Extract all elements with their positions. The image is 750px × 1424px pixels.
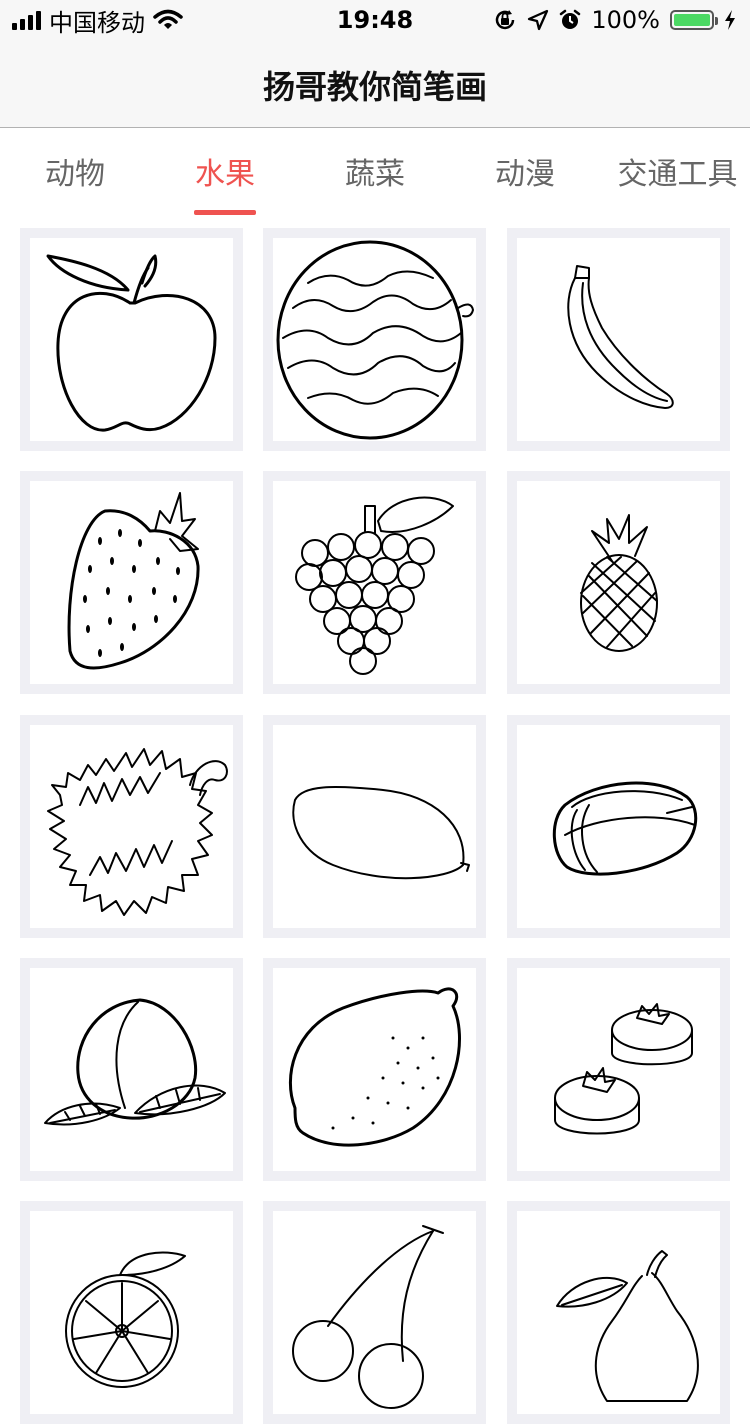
grape-drawing-icon <box>295 496 454 675</box>
lemon-drawing-icon <box>288 987 461 1147</box>
tab-animals[interactable]: 动物 <box>25 149 125 211</box>
grid-item-apple[interactable] <box>20 228 243 451</box>
tab-fruits[interactable]: 水果 <box>175 149 275 211</box>
cherry-drawing-icon <box>292 1225 444 1409</box>
location-icon <box>528 9 549 31</box>
grid-item-orange[interactable] <box>20 1201 243 1424</box>
grid-item-persimmon[interactable] <box>507 958 730 1181</box>
grid-item-strawberry[interactable] <box>20 471 243 694</box>
peach-drawing-icon <box>44 998 226 1126</box>
orange-drawing-icon <box>65 1251 186 1388</box>
category-tabs: 动物 水果 蔬菜 动漫 交通工具 <box>0 129 750 215</box>
pear-drawing-icon <box>556 1250 699 1402</box>
battery-percent: 100% <box>591 6 660 34</box>
grid-item-banana[interactable] <box>507 228 730 451</box>
apple-drawing-icon <box>46 254 217 432</box>
durian-drawing-icon <box>47 748 228 916</box>
grid-item-grape[interactable] <box>263 471 486 694</box>
status-bar: 中国移动 19:48 100% <box>0 0 750 40</box>
grid-item-durian[interactable] <box>20 715 243 938</box>
page-title: 扬哥教你简笔画 <box>262 68 487 106</box>
persimmon-drawing-icon <box>554 1003 693 1135</box>
grid-item-watermelon[interactable] <box>263 228 486 451</box>
grid-item-starfruit[interactable] <box>507 715 730 938</box>
navigation-bar: 扬哥教你简笔画 <box>0 40 750 128</box>
grid-item-lemon[interactable] <box>263 958 486 1181</box>
grid-item-pear[interactable] <box>507 1201 730 1424</box>
grid-item-pineapple[interactable] <box>507 471 730 694</box>
tab-anime[interactable]: 动漫 <box>475 149 575 211</box>
grid-item-mango[interactable] <box>263 715 486 938</box>
battery-level <box>674 14 710 26</box>
rotation-lock-icon <box>496 10 515 30</box>
starfruit-drawing-icon <box>552 781 698 876</box>
strawberry-drawing-icon <box>67 492 200 670</box>
battery-icon <box>670 10 718 30</box>
grid-item-cherry[interactable] <box>263 1201 486 1424</box>
tab-vehicles[interactable]: 交通工具 <box>610 149 745 211</box>
status-right: 100% <box>493 6 736 34</box>
mango-drawing-icon <box>292 786 470 880</box>
active-tab-indicator <box>194 210 256 215</box>
banana-drawing-icon <box>567 265 674 409</box>
charging-icon <box>725 10 735 30</box>
alarm-icon <box>560 9 581 29</box>
grid-item-peach[interactable] <box>20 958 243 1181</box>
tab-vegetables[interactable]: 蔬菜 <box>325 149 425 211</box>
pineapple-drawing-icon <box>580 514 658 652</box>
watermelon-drawing-icon <box>276 240 474 440</box>
